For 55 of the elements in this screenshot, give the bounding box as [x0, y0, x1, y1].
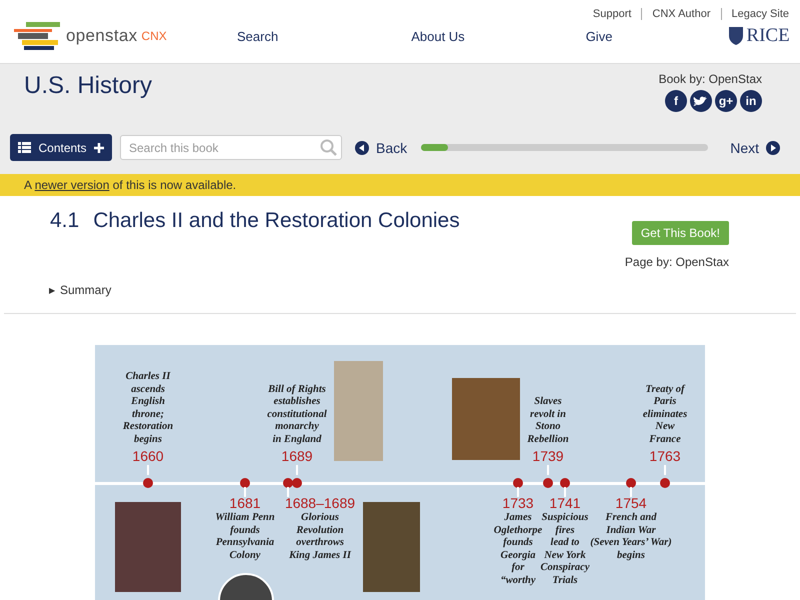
summary-toggle[interactable]: ▶ Summary	[49, 283, 112, 297]
event-text: Treaty of Paris eliminates New France	[642, 384, 688, 446]
section-number: 4.1	[50, 209, 80, 233]
event-year: 1739	[532, 448, 564, 465]
nav-link[interactable]: Search	[237, 28, 278, 44]
event-year: 1688–1689	[284, 495, 356, 512]
event-text: Bill of Rights establishes constitutional monarchy in England	[267, 384, 327, 446]
back-link[interactable]: Back	[355, 140, 408, 156]
plus-icon	[94, 142, 104, 152]
event-year: 1689	[281, 448, 313, 465]
event-year: 1681	[229, 495, 261, 512]
event-text: French and Indian War (Seven Years’ War) begins	[590, 512, 672, 562]
event-year: 1733	[502, 495, 534, 512]
timeline-dot	[143, 478, 153, 488]
event-text: Charles II ascends English throne; Restoration begins	[122, 371, 174, 446]
event-year: 1741	[549, 495, 581, 512]
timeline-dot	[240, 478, 250, 488]
book-title: U.S. History	[24, 72, 152, 101]
logo-text: openstax	[66, 26, 138, 46]
timeline-dot	[292, 478, 302, 488]
contents-button[interactable]: Contents	[10, 134, 112, 161]
page-byline: Page by: OpenStax	[624, 255, 729, 269]
search-icon	[320, 139, 337, 156]
event-year: 1763	[649, 448, 681, 465]
event-year: 1660	[132, 448, 164, 465]
logo-suffix: CNX	[141, 29, 167, 43]
timeline-dot	[513, 478, 523, 488]
timeline-dot	[543, 478, 553, 488]
google-plus-button[interactable]: g+	[715, 90, 737, 112]
partner-logo-text: RICE	[746, 25, 790, 47]
notice-banner: A newer version of this is now available.	[0, 174, 800, 196]
linkedin-button[interactable]: in	[740, 90, 762, 112]
timeline-dot	[626, 478, 636, 488]
facebook-button[interactable]: f	[665, 90, 687, 112]
books-logo-icon	[12, 22, 62, 50]
event-text: William Penn founds Pennsylvania Colony	[215, 512, 275, 562]
next-link[interactable]: Next	[730, 140, 780, 156]
timeline-dot	[283, 478, 293, 488]
timeline-dot	[560, 478, 570, 488]
newer-version-link[interactable]: newer version	[34, 178, 110, 192]
nav-link[interactable]: About Us	[411, 28, 465, 44]
top-link[interactable]: Legacy Site	[732, 8, 789, 20]
timeline-dot	[660, 478, 670, 488]
list-icon	[18, 142, 32, 153]
event-year: 1754	[615, 495, 647, 512]
event-text: Slaves revolt in Stono Rebellion	[527, 396, 569, 446]
book-byline: Book by: OpenStax	[658, 72, 762, 86]
nav-link[interactable]: Give	[586, 28, 612, 44]
shield-icon	[728, 26, 744, 46]
page-title: Charles II and the Restoration Colonies	[93, 209, 460, 233]
bird-icon[interactable]	[690, 90, 712, 112]
top-link[interactable]: Support	[592, 8, 632, 20]
search-field[interactable]: Search this book	[120, 135, 342, 160]
event-text: Glorious Revolution overthrows King James II	[289, 512, 351, 562]
top-link[interactable]: CNX Author	[652, 8, 711, 20]
